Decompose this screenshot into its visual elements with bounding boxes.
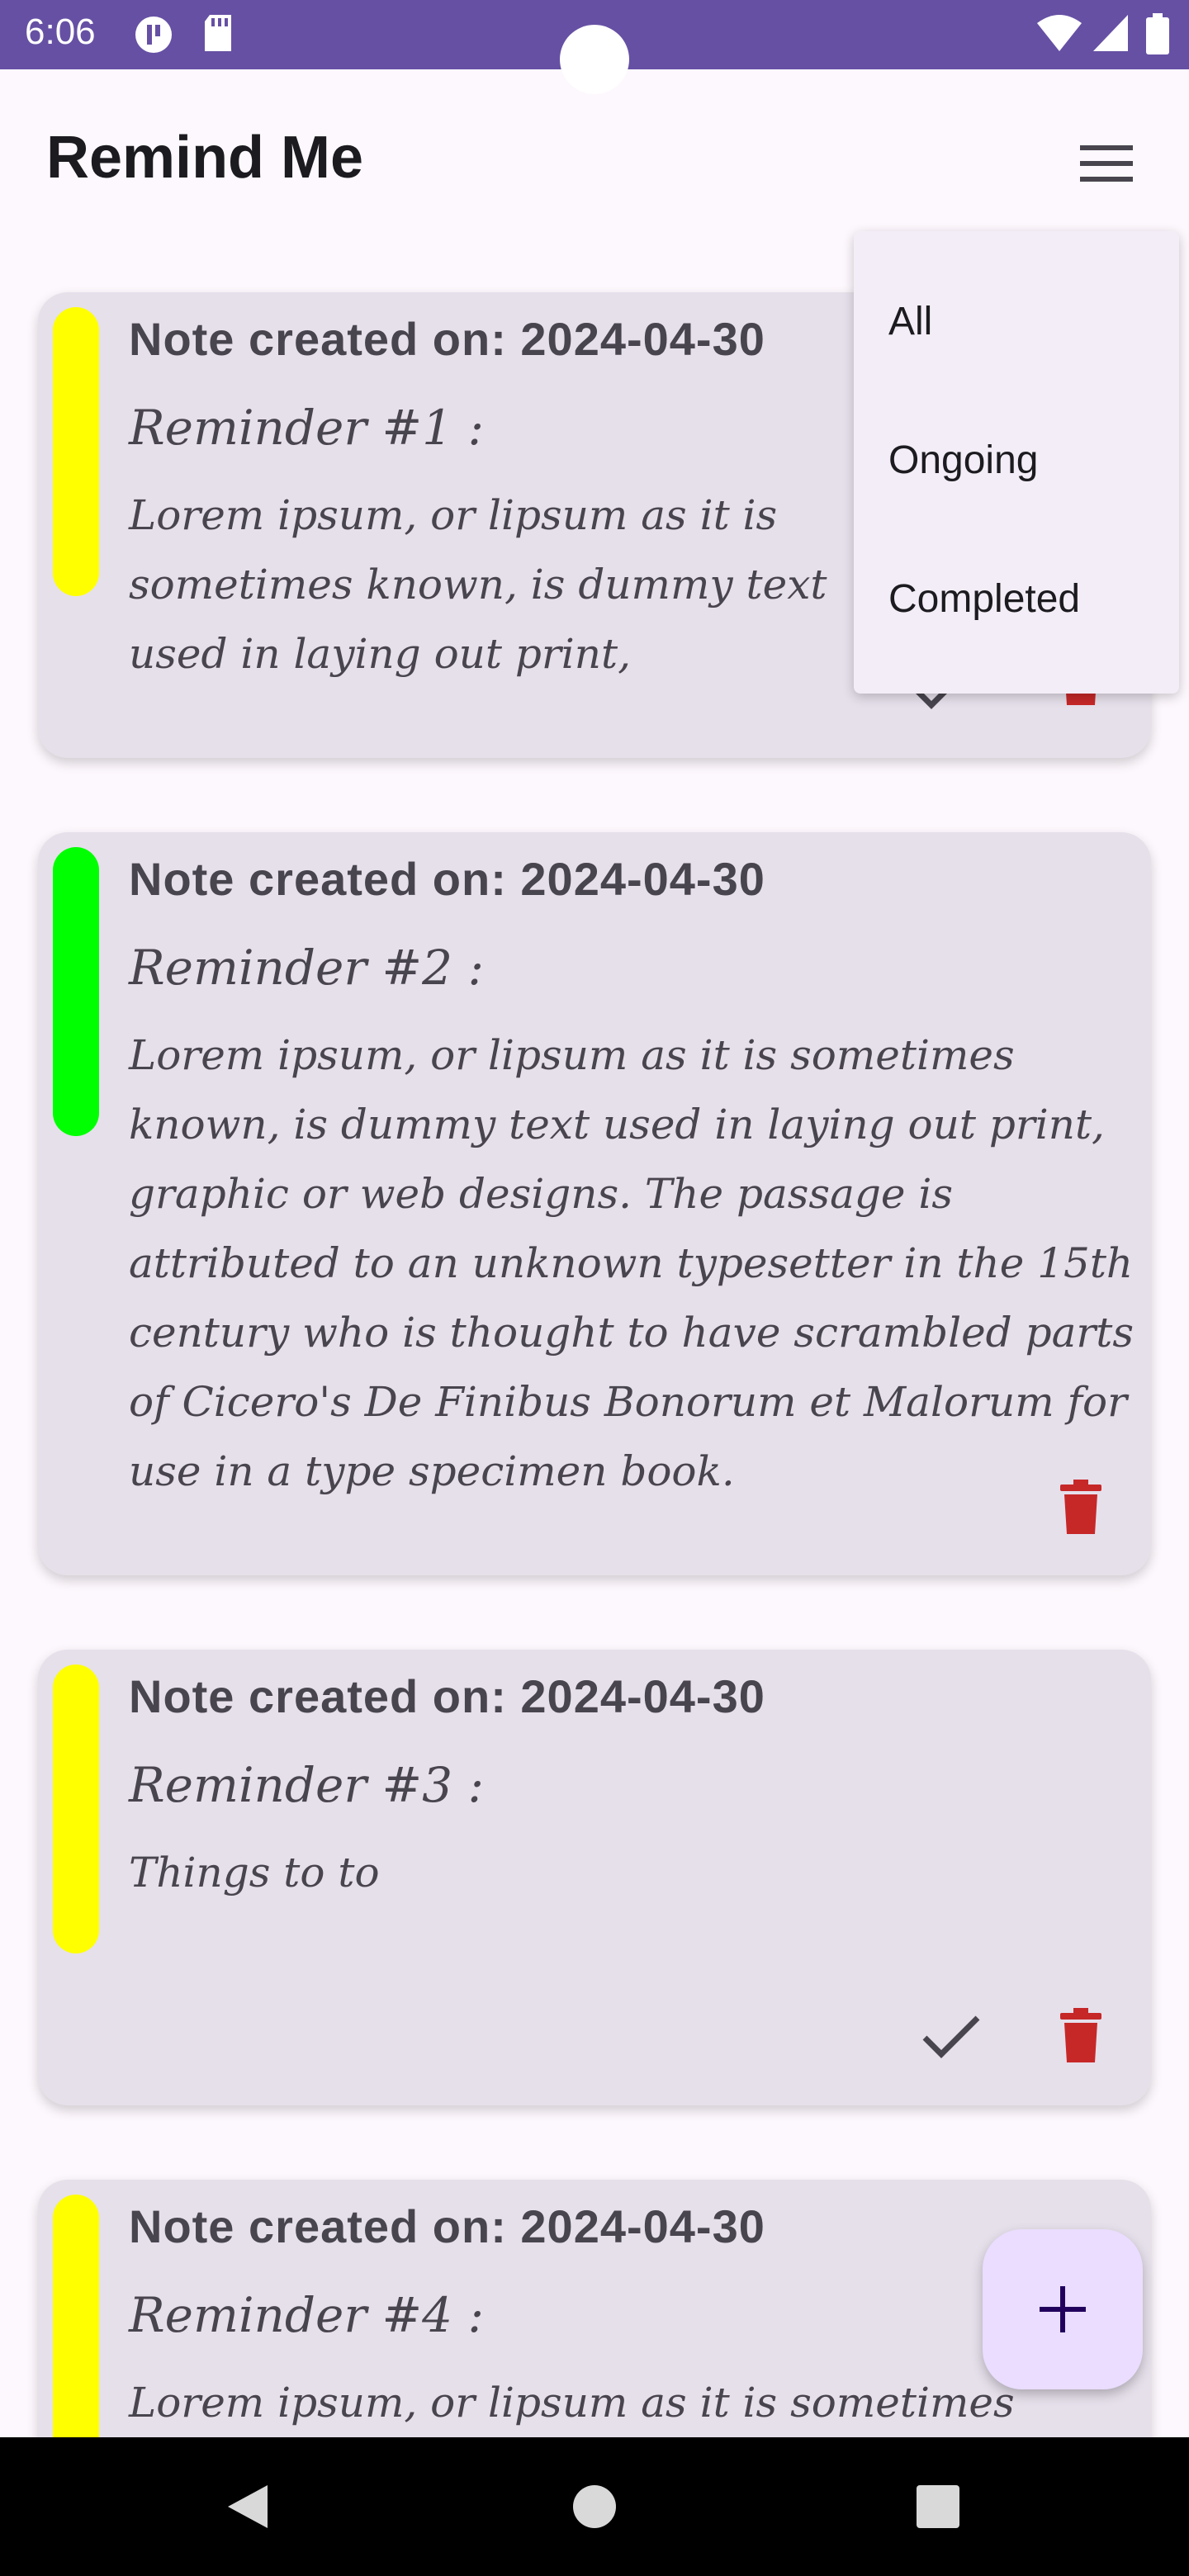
note-color-indicator: [53, 307, 99, 596]
note-date: Note created on: 2024-04-30: [129, 313, 765, 365]
camera-cutout: [560, 25, 629, 94]
wifi-icon: [1037, 15, 1082, 51]
note-title: Reminder #2 :: [129, 940, 484, 996]
status-time: 6:06: [25, 12, 96, 52]
menu-item-completed[interactable]: Completed: [888, 576, 1080, 622]
add-note-button[interactable]: [983, 2229, 1143, 2389]
back-icon[interactable]: [223, 2482, 272, 2531]
check-icon[interactable]: [920, 2013, 983, 2059]
navigation-bar: [0, 2437, 1189, 2576]
note-card[interactable]: Note created on: 2024-04-30 Reminder #2 …: [38, 832, 1151, 1575]
sd-card-icon: [205, 15, 231, 51]
note-body: Lorem ipsum, or lipsum as it is sometime…: [129, 1031, 1135, 1495]
menu-item-all[interactable]: All: [888, 299, 932, 344]
filter-menu: All Ongoing Completed: [854, 231, 1179, 694]
note-body: Lorem ipsum, or lipsum as it is sometime…: [129, 491, 827, 678]
signal-icon: [1093, 15, 1128, 51]
note-date: Note created on: 2024-04-30: [129, 853, 765, 905]
trash-icon[interactable]: [1060, 1480, 1101, 1534]
hamburger-menu-icon[interactable]: [1065, 132, 1148, 195]
note-title: Reminder #3 :: [129, 1757, 484, 1813]
app-title: Remind Me: [46, 125, 364, 191]
note-title: Reminder #1 :: [129, 400, 484, 456]
note-card[interactable]: Note created on: 2024-04-30 Reminder #3 …: [38, 1650, 1151, 2105]
recents-icon[interactable]: [915, 2484, 961, 2530]
app-notification-icon: [135, 17, 172, 53]
home-icon[interactable]: [571, 2484, 618, 2530]
note-body: Things to to: [129, 1849, 380, 1896]
note-color-indicator: [53, 847, 99, 1136]
note-date: Note created on: 2024-04-30: [129, 1670, 765, 1722]
note-title: Reminder #4 :: [129, 2287, 484, 2343]
plus-icon: [1040, 2286, 1086, 2332]
battery-icon: [1146, 13, 1169, 54]
note-color-indicator: [53, 1664, 99, 1953]
trash-icon[interactable]: [1060, 2008, 1101, 2062]
note-date: Note created on: 2024-04-30: [129, 2200, 765, 2252]
menu-item-ongoing[interactable]: Ongoing: [888, 438, 1038, 483]
